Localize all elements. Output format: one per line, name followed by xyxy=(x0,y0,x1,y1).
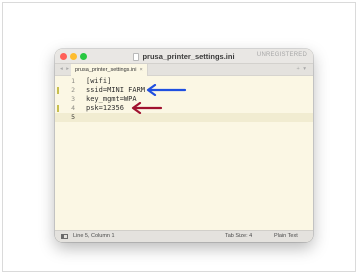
panel-toggle-icon[interactable] xyxy=(61,234,68,239)
line-number: 4 xyxy=(71,104,75,112)
title-bar: prusa_printer_settings.ini UNREGISTERED xyxy=(55,49,313,64)
document-icon xyxy=(133,52,140,61)
tab-bar: ◂ ▸ prusa_printer_settings.ini × + ▾ xyxy=(55,64,313,76)
tab-prusa-printer-settings[interactable]: prusa_printer_settings.ini × xyxy=(71,64,148,76)
cursor-position: Line 5, Column 1 xyxy=(73,233,115,239)
unregistered-label: UNREGISTERED xyxy=(256,52,307,58)
arrow-left-icon xyxy=(146,84,187,96)
tab-overflow-icon[interactable]: + ▾ xyxy=(296,66,307,72)
status-bar: Line 5, Column 1 Tab Size: 4 Plain Text xyxy=(55,230,313,242)
text-editor[interactable]: 1 [wifi] 2 ssid=MINI FARM 3 key_mgmt=WPA… xyxy=(55,76,313,230)
tab-size-selector[interactable]: Tab Size: 4 xyxy=(225,231,252,242)
editor-window: prusa_printer_settings.ini UNREGISTERED … xyxy=(55,49,313,242)
line-number: 1 xyxy=(71,77,75,85)
tab-navigation-icon[interactable]: ◂ ▸ xyxy=(60,66,70,72)
line-text: psk=12356 xyxy=(86,104,124,112)
current-line[interactable]: 5 xyxy=(55,113,313,122)
line-number: 2 xyxy=(71,86,75,94)
tab-close-icon[interactable]: × xyxy=(139,67,142,73)
tab-label: prusa_printer_settings.ini xyxy=(75,67,137,73)
line-text: ssid=MINI FARM xyxy=(86,86,146,94)
line-number: 5 xyxy=(71,113,75,121)
line-text: key_mgmt=WPA xyxy=(86,95,137,103)
line-number: 3 xyxy=(71,95,75,103)
line-text: [wifi] xyxy=(86,77,112,85)
arrow-left-icon xyxy=(131,102,163,114)
window-title: prusa_printer_settings.ini xyxy=(142,52,235,61)
editor-line[interactable]: 4 psk=12356 xyxy=(55,104,313,113)
editor-line[interactable]: 3 key_mgmt=WPA xyxy=(55,95,313,104)
syntax-selector[interactable]: Plain Text xyxy=(274,231,298,242)
